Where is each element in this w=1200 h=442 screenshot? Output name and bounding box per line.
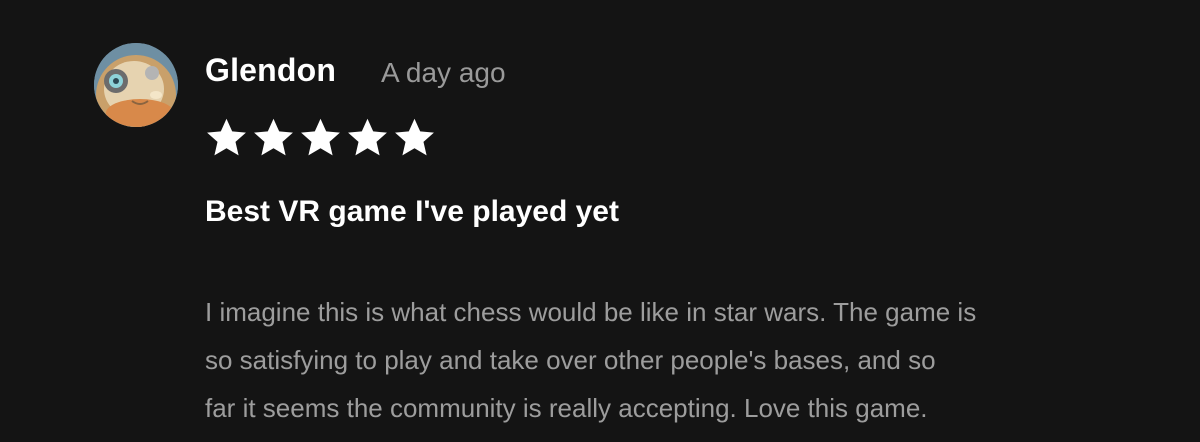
review-body-line: I imagine this is what chess would be li… xyxy=(205,297,977,327)
star-rating xyxy=(204,116,437,160)
review-card: Glendon A day ago Best VR game I've play… xyxy=(0,0,1200,442)
star-icon xyxy=(251,116,296,160)
avatar-image xyxy=(94,43,178,127)
review-body: I imagine this is what chess would be li… xyxy=(205,288,1165,432)
star-icon xyxy=(298,116,343,160)
star-icon xyxy=(204,116,249,160)
review-timestamp: A day ago xyxy=(381,57,506,88)
avatar[interactable] xyxy=(94,43,178,127)
star-icon xyxy=(392,116,437,160)
review-body-line: so satisfying to play and take over othe… xyxy=(205,345,936,375)
review-body-line: far it seems the community is really acc… xyxy=(205,393,928,423)
star-icon xyxy=(345,116,390,160)
review-author[interactable]: Glendon xyxy=(205,50,336,90)
review-title: Best VR game I've played yet xyxy=(205,195,619,228)
